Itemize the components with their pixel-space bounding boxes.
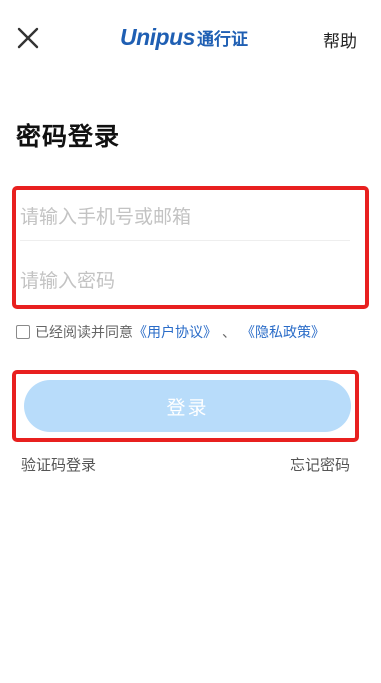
user-agreement-link[interactable]: 《用户协议》 [133, 322, 217, 342]
agreement-separator: 、 [222, 325, 236, 341]
page-title: 密码登录 [16, 122, 121, 151]
phone-email-input[interactable] [20, 194, 350, 240]
agreement-text: 已经阅读并同意 [35, 325, 133, 341]
login-page: Unipus 通行证 帮助 密码登录 已经阅读并同意 《用户协议》 、 《隐私政… [0, 0, 381, 683]
login-button[interactable]: 登录 [24, 380, 351, 432]
credentials-group [12, 186, 369, 309]
forgot-password-link[interactable]: 忘记密码 [290, 454, 350, 475]
agreement-checkbox[interactable] [16, 325, 30, 339]
close-icon[interactable] [14, 24, 42, 52]
agreement-row: 已经阅读并同意 《用户协议》 、 《隐私政策》 [16, 322, 325, 342]
field-divider [20, 240, 350, 241]
login-button-frame: 登录 [12, 370, 359, 442]
unipus-logo: Unipus [120, 23, 195, 50]
password-input[interactable] [20, 258, 350, 304]
brand-tagline: 通行证 [196, 29, 248, 50]
help-link[interactable]: 帮助 [323, 27, 357, 52]
sms-login-link[interactable]: 验证码登录 [21, 454, 96, 475]
brand-logo: Unipus 通行证 [120, 22, 248, 52]
privacy-policy-link[interactable]: 《隐私政策》 [241, 322, 325, 342]
